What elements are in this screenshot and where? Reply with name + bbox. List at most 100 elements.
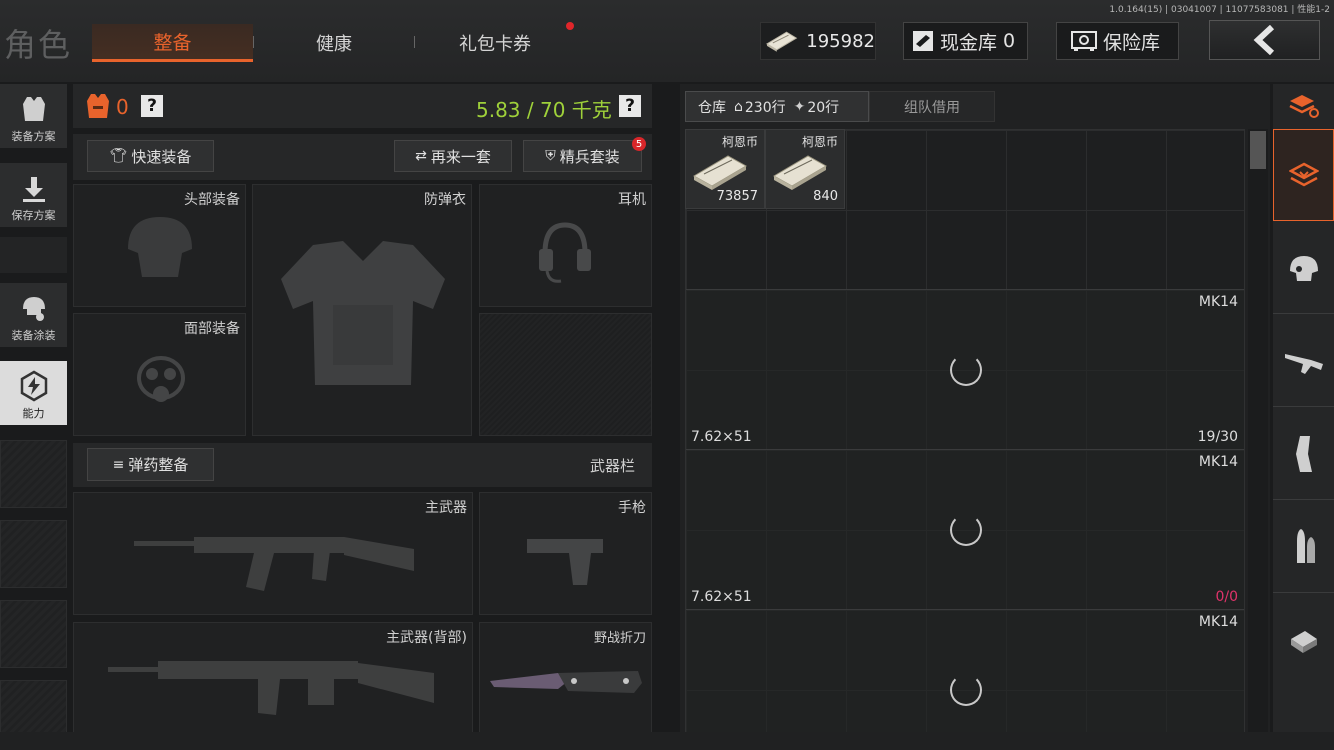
cash-item-name: 柯恩币	[721, 135, 758, 149]
sidebar-item-label: 保存方案	[11, 209, 56, 222]
elite-set-label: 精兵套装	[559, 147, 620, 166]
helmet-silhouette-icon	[128, 217, 192, 277]
help-button[interactable]: ?	[141, 95, 163, 117]
cash-vault-label: 现金库	[940, 31, 998, 54]
face-equipment-slot[interactable]: 面部装备	[73, 313, 246, 436]
ammo-total: /0	[1224, 589, 1238, 605]
tab-equip[interactable]: 整备	[92, 24, 253, 62]
again-set-button[interactable]: ⇄ 再来一套	[394, 140, 512, 172]
sidebar-item-skin[interactable]: 装备涂装	[0, 283, 67, 347]
slot-label: 主武器(背部)	[386, 630, 467, 646]
scrollbar-thumb[interactable]	[1250, 131, 1266, 169]
notification-dot	[566, 22, 574, 30]
cash-item-amount: 73857	[716, 189, 758, 204]
quick-equip-button[interactable]: 👕︎ 快速装备	[87, 140, 214, 172]
cash-item[interactable]: 柯恩币 840	[765, 129, 845, 209]
safe-vault-label: 保险库	[1103, 31, 1161, 54]
armor-count: 0	[116, 95, 129, 119]
cash-vault-count: 0	[1003, 30, 1016, 52]
money-display: 195982	[760, 22, 876, 60]
weapon-item[interactable]: MK14 7.62×51 0/0	[686, 449, 1244, 609]
back-button[interactable]	[1209, 20, 1320, 60]
weight-help-button[interactable]: ?	[619, 95, 641, 117]
cash-vault-button[interactable]: 现金库 0	[903, 22, 1028, 60]
warehouse-scrollbar[interactable]	[1248, 129, 1268, 739]
weapon-item[interactable]: MK14	[686, 609, 1244, 733]
armor-icon	[87, 94, 109, 118]
weapon-name: MK14	[1198, 294, 1238, 310]
ammo-setup-button[interactable]: ≡ 弹药整备	[87, 448, 214, 481]
shirt-icon: 👕︎	[109, 148, 128, 164]
cash-item[interactable]: 柯恩币 73857	[685, 129, 765, 209]
stack-download-icon	[1288, 162, 1319, 187]
loading-spinner-icon	[950, 514, 982, 546]
weight-display: 5.83 / 70 千克	[476, 98, 612, 122]
weapon-ammo-count: 0/0	[1215, 589, 1238, 605]
cash-item-amount: 840	[813, 189, 838, 204]
again-set-label: 再来一套	[430, 147, 491, 166]
knife-slot[interactable]: 野战折刀	[479, 622, 652, 735]
slot-label: 防弹衣	[424, 192, 466, 208]
cash-item-name: 柯恩币	[801, 135, 838, 149]
scope-icon	[1290, 631, 1317, 653]
primary-weapon-back-slot[interactable]: 主武器(背部)	[73, 622, 473, 735]
empty-gear-slot	[479, 313, 652, 436]
sort-stack-button[interactable]	[1273, 84, 1334, 128]
warehouse-tabs: 仓库 ⌂ 230行 ✦ 20行 组队借用	[685, 91, 995, 122]
pistol-silhouette-icon	[527, 539, 603, 585]
category-magazine[interactable]	[1273, 408, 1334, 500]
slot-label: 野战折刀	[593, 631, 646, 646]
tab-gift-coupons[interactable]: 礼包卡券	[415, 24, 575, 62]
quick-equip-label: 快速装备	[131, 147, 192, 166]
money-value: 195982	[806, 30, 875, 52]
cash-stack-icon	[692, 155, 748, 190]
pistol-slot[interactable]: 手枪	[479, 492, 652, 615]
safe-vault-button[interactable]: 保险库	[1056, 22, 1179, 60]
loading-spinner-icon	[950, 354, 982, 386]
cash-stack-icon	[772, 155, 828, 190]
head-equipment-slot[interactable]: 头部装备	[73, 184, 246, 307]
sidebar-item-loadout[interactable]: 装备方案	[0, 84, 67, 148]
elite-set-badge: 5	[632, 137, 646, 151]
slot-label: 头部装备	[184, 192, 240, 208]
sidebar-empty-slot	[0, 520, 67, 588]
category-rifle[interactable]	[1273, 315, 1334, 407]
headset-slot[interactable]: 耳机	[479, 184, 652, 307]
knife-icon	[490, 671, 642, 693]
body-armor-slot[interactable]: 防弹衣	[252, 184, 472, 436]
elite-set-button[interactable]: ⛨ 精兵套装	[523, 140, 642, 172]
slot-label: 面部装备	[184, 321, 240, 337]
team-borrow-label: 组队借用	[904, 99, 960, 116]
sidebar-item-save[interactable]: 保存方案	[0, 163, 67, 227]
sidebar-divider	[0, 237, 67, 273]
tab-team-borrow[interactable]: 组队借用	[869, 91, 995, 122]
weapon-ammo-count: 19/30	[1197, 429, 1238, 445]
rifle-silhouette-icon	[134, 537, 414, 591]
warehouse-rows-home: 230行	[744, 99, 786, 116]
helmet-icon	[1289, 255, 1318, 281]
weapon-name: MK14	[1198, 454, 1238, 470]
tab-divider	[253, 36, 254, 48]
category-bullet[interactable]	[1273, 501, 1334, 593]
warehouse-tab-label: 仓库	[698, 99, 726, 116]
cash-icon	[766, 31, 798, 52]
sidebar-item-ability[interactable]: 能力	[0, 361, 67, 425]
version-text: 1.0.164(15) | 03041007 | 11077583081 | 性…	[1109, 5, 1330, 15]
shield-icon: ⛨	[545, 148, 556, 164]
sidebar-item-label: 装备方案	[11, 130, 56, 143]
weapon-item[interactable]: MK14 7.62×51 19/30	[686, 289, 1244, 449]
primary-weapon-slot[interactable]: 主武器	[73, 492, 473, 615]
loading-spinner-icon	[950, 674, 982, 706]
tab-warehouse[interactable]: 仓库 ⌂ 230行 ✦ 20行	[685, 91, 869, 122]
tab-health[interactable]: 健康	[255, 24, 413, 62]
sidebar-empty-slot	[0, 600, 67, 668]
bullet-icon	[1296, 528, 1315, 563]
category-all[interactable]	[1273, 129, 1334, 221]
category-scope[interactable]	[1273, 594, 1334, 686]
sidebar-empty-slot	[0, 440, 67, 508]
safe-icon	[1071, 31, 1097, 51]
gas-mask-silhouette-icon	[137, 356, 185, 402]
category-helmet[interactable]	[1273, 222, 1334, 314]
chevron-left-icon	[1253, 25, 1274, 55]
slot-label: 主武器	[425, 500, 467, 516]
